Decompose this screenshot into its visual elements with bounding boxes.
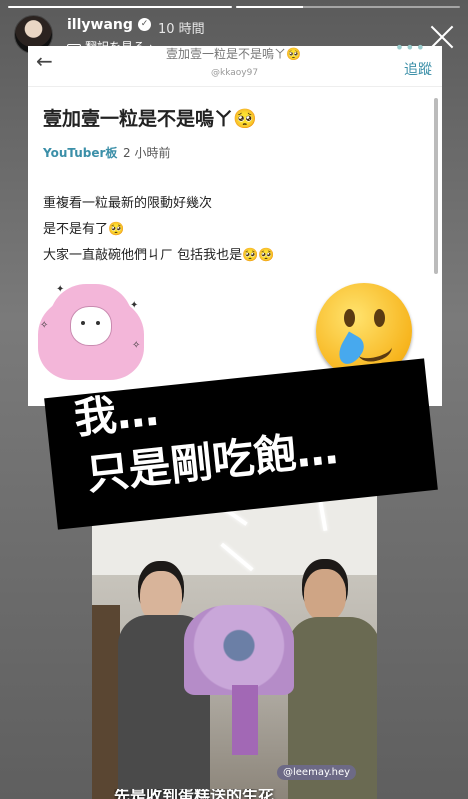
post-time: 2 小時前 <box>123 146 171 160</box>
follow-button: 追蹤 <box>404 62 432 78</box>
post-board: YouTuber板 <box>43 146 118 160</box>
progress-segment <box>8 6 232 8</box>
username[interactable]: illywang <box>67 17 133 33</box>
back-arrow-icon: ← <box>36 49 53 73</box>
post-topbar: ← 壹加壹一粒是不是嗚ㄚ🥺 @kkaoy97 ••• 追蹤 <box>28 38 442 87</box>
story-time: 10 時間 <box>158 22 205 37</box>
sparkle-icon: ✧ <box>132 340 141 351</box>
photo-subtitle: 先是收到蛋糕送的生花 <box>114 789 275 799</box>
watermark: @kkaoy97 <box>211 68 259 78</box>
post-body-line: 是不是有了🥺 <box>43 222 125 237</box>
post-title: 壹加壹一粒是不是嗚ㄚ🥺 <box>43 108 257 130</box>
topbar-title: 壹加壹一粒是不是嗚ㄚ🥺 <box>166 47 301 61</box>
story-progress <box>8 6 460 8</box>
bouquet <box>184 605 294 695</box>
post-body-line: 重複看一粒最新的限動好幾次 <box>43 196 213 211</box>
post-body-line: 大家一直敲碗他們ㄐㄏ 包括我也是🥺🥺 <box>43 248 275 263</box>
sparkle-icon: ✦ <box>130 300 139 311</box>
mention-tag[interactable]: @leemay.hey <box>277 765 357 780</box>
scrollbar <box>434 98 438 274</box>
story-photo: @leemay.hey 先是收到蛋糕送的生花 <box>92 485 377 799</box>
progress-segment <box>236 6 460 8</box>
sparkle-icon: ✦ <box>56 284 65 295</box>
sheep-sticker <box>46 288 136 374</box>
verified-badge-icon: ✓ <box>138 18 151 31</box>
sparkle-icon: ✧ <box>40 320 49 331</box>
more-icon: ••• <box>394 38 426 57</box>
